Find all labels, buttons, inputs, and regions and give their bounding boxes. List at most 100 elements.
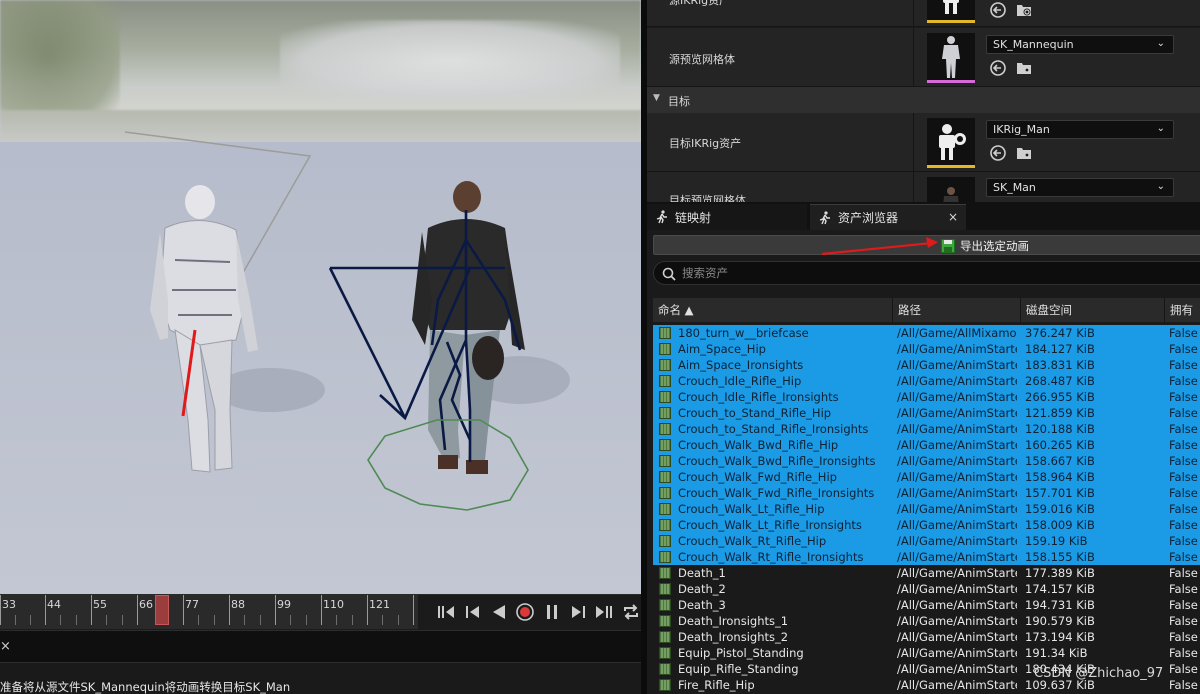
asset-disk-size: 173.194 KiB: [1025, 630, 1095, 644]
asset-row[interactable]: Crouch_Walk_Bwd_Rifle_Hip/All/Game/AnimS…: [653, 437, 1200, 453]
asset-path: /All/Game/AnimStarterPack: [897, 374, 1017, 388]
asset-disk-size: 174.157 KiB: [1025, 582, 1095, 596]
tick-label: 77: [185, 598, 199, 611]
animation-asset-icon: [659, 327, 671, 339]
target-preview-combo[interactable]: SK_Man ⌄: [986, 178, 1174, 197]
row-target-preview-mesh: 目标预览网格体 SK_Man ⌄: [647, 172, 1200, 202]
asset-row[interactable]: Death_3/All/Game/AnimStarterPack 194.731 …: [653, 597, 1200, 613]
loop-icon[interactable]: [621, 601, 641, 623]
asset-owner: False: [1169, 646, 1198, 660]
column-name[interactable]: 命名 ▲: [653, 298, 893, 322]
asset-path: /All/Game/AnimStarterPack: [897, 486, 1017, 500]
browse-icon[interactable]: [1015, 144, 1033, 162]
search-input[interactable]: [682, 264, 1182, 282]
asset-row[interactable]: Crouch_Walk_Lt_Rifle_Hip/All/Game/AnimSt…: [653, 501, 1200, 517]
asset-disk-size: 157.701 KiB: [1025, 486, 1095, 500]
asset-row[interactable]: Aim_Space_Ironsights/All/Game/AnimStarte…: [653, 357, 1200, 373]
viewport[interactable]: [0, 0, 641, 594]
timeline[interactable]: 33 44 55 66 77 88 99 110 121: [0, 594, 641, 630]
details-panel: 源IKRig资产 源预览网格体 SK_Mannequin ⌄ ▼ 目标 目标IK…: [647, 0, 1200, 202]
animation-asset-icon: [659, 631, 671, 643]
asset-name: Death_Ironsights_1: [678, 614, 789, 628]
asset-row[interactable]: Aim_Space_Hip/All/Game/AnimStarterPack 18…: [653, 341, 1200, 357]
section-target-header[interactable]: ▼ 目标: [647, 87, 1200, 113]
asset-disk-size: 268.487 KiB: [1025, 374, 1095, 388]
asset-disk-size: 190.579 KiB: [1025, 614, 1095, 628]
record-icon[interactable]: [515, 601, 535, 623]
source-preview-combo[interactable]: SK_Mannequin ⌄: [986, 35, 1174, 54]
browse-icon[interactable]: [1015, 59, 1033, 77]
asset-path: /All/Game/AnimStarterPack: [897, 582, 1017, 596]
browse-icon[interactable]: [1015, 1, 1033, 19]
use-selected-icon[interactable]: [989, 144, 1007, 162]
step-forward-icon[interactable]: [568, 601, 588, 623]
timeline-ruler[interactable]: 33 44 55 66 77 88 99 110 121: [0, 595, 418, 629]
running-figure-icon: [655, 210, 669, 224]
tab-chain-mapping[interactable]: 链映射: [647, 204, 807, 230]
asset-row[interactable]: Death_Ironsights_1/All/Game/AnimStarterP…: [653, 613, 1200, 629]
asset-name: Equip_Rifle_Standing: [678, 662, 799, 676]
animation-asset-icon: [659, 359, 671, 371]
playhead[interactable]: [155, 595, 169, 625]
scene: [124, 131, 570, 511]
animation-asset-icon: [659, 439, 671, 451]
asset-name: Crouch_Walk_Fwd_Rifle_Ironsights: [678, 486, 875, 500]
tab-asset-browser[interactable]: 资产浏览器 ×: [810, 204, 966, 230]
target-ikrig-thumbnail[interactable]: [927, 118, 975, 168]
skip-end-icon[interactable]: [594, 601, 614, 623]
asset-row[interactable]: Death_1/All/Game/AnimStarterPack 177.389 …: [653, 565, 1200, 581]
search-box[interactable]: [653, 261, 1200, 285]
asset-row[interactable]: Crouch_Idle_Rifle_Hip/All/Game/AnimStart…: [653, 373, 1200, 389]
asset-disk-size: 158.667 KiB: [1025, 454, 1095, 468]
tick-label: 66: [139, 598, 153, 611]
asset-name: Aim_Space_Hip: [678, 342, 766, 356]
asset-path: /All/Game/AnimStarterPack: [897, 454, 1017, 468]
step-back-icon[interactable]: [462, 601, 482, 623]
use-selected-icon[interactable]: [989, 59, 1007, 77]
use-selected-icon[interactable]: [989, 1, 1007, 19]
asset-row[interactable]: Crouch_Walk_Rt_Rifle_Hip/All/Game/AnimSt…: [653, 533, 1200, 549]
asset-owner: False: [1169, 518, 1198, 532]
asset-row[interactable]: Crouch_Walk_Fwd_Rifle_Hip/All/Game/AnimS…: [653, 469, 1200, 485]
asset-path: /All/Game/AnimStarterPack: [897, 358, 1017, 372]
asset-owner: False: [1169, 422, 1198, 436]
pause-icon[interactable]: [542, 601, 562, 623]
close-icon[interactable]: ×: [948, 210, 958, 224]
asset-row[interactable]: Crouch_Idle_Rifle_Ironsights/All/Game/An…: [653, 389, 1200, 405]
column-owner[interactable]: 拥有: [1165, 298, 1200, 322]
column-path[interactable]: 路径: [893, 298, 1021, 322]
asset-browser: 导出选定动画 命名 ▲ 路径 磁盘空间 拥有 180_turn_w__brief…: [647, 230, 1200, 694]
asset-owner: False: [1169, 486, 1198, 500]
asset-row[interactable]: Crouch_Walk_Bwd_Rifle_Ironsights/All/Gam…: [653, 453, 1200, 469]
asset-disk-size: 121.859 KiB: [1025, 406, 1095, 420]
asset-row[interactable]: Crouch_to_Stand_Rifle_Ironsights/All/Gam…: [653, 421, 1200, 437]
asset-row[interactable]: Crouch_Walk_Fwd_Rifle_Ironsights/All/Gam…: [653, 485, 1200, 501]
target-ikrig-value: IKRig_Man: [993, 123, 1050, 136]
asset-owner: False: [1169, 470, 1198, 484]
bottom-tab-strip: ×: [0, 630, 641, 662]
animation-asset-icon: [659, 535, 671, 547]
asset-row[interactable]: 180_turn_w__briefcase/All/Game/AllMixamo…: [653, 325, 1200, 341]
target-preview-thumbnail[interactable]: [927, 177, 975, 202]
close-icon[interactable]: ×: [0, 639, 12, 654]
asset-path: /All/Game/AnimStarterPack: [897, 438, 1017, 452]
asset-name: Death_2: [678, 582, 726, 596]
watermark: CSDN @Zhichao_97: [1034, 666, 1164, 681]
asset-path: /All/Game/AnimStarterPack: [897, 566, 1017, 580]
source-ikrig-thumbnail[interactable]: [927, 0, 975, 23]
asset-row[interactable]: Death_2/All/Game/AnimStarterPack 174.157 …: [653, 581, 1200, 597]
asset-row[interactable]: Death_Ironsights_2/All/Game/AnimStarterP…: [653, 629, 1200, 645]
asset-row[interactable]: Equip_Pistol_Standing/All/Game/AnimStart…: [653, 645, 1200, 661]
asset-owner: False: [1169, 630, 1198, 644]
animation-asset-icon: [659, 519, 671, 531]
play-reverse-icon[interactable]: [489, 601, 509, 623]
target-preview-value: SK_Man: [993, 181, 1036, 194]
skip-start-icon[interactable]: [436, 601, 456, 623]
column-disk-size[interactable]: 磁盘空间: [1021, 298, 1165, 322]
row-source-ikrig: 源IKRig资产: [647, 0, 1200, 27]
source-preview-thumbnail[interactable]: [927, 33, 975, 83]
asset-row[interactable]: Crouch_Walk_Rt_Rifle_Ironsights/All/Game…: [653, 549, 1200, 565]
asset-row[interactable]: Crouch_Walk_Lt_Rifle_Ironsights/All/Game…: [653, 517, 1200, 533]
asset-row[interactable]: Crouch_to_Stand_Rifle_Hip/All/Game/AnimS…: [653, 405, 1200, 421]
target-ikrig-combo[interactable]: IKRig_Man ⌄: [986, 120, 1174, 139]
